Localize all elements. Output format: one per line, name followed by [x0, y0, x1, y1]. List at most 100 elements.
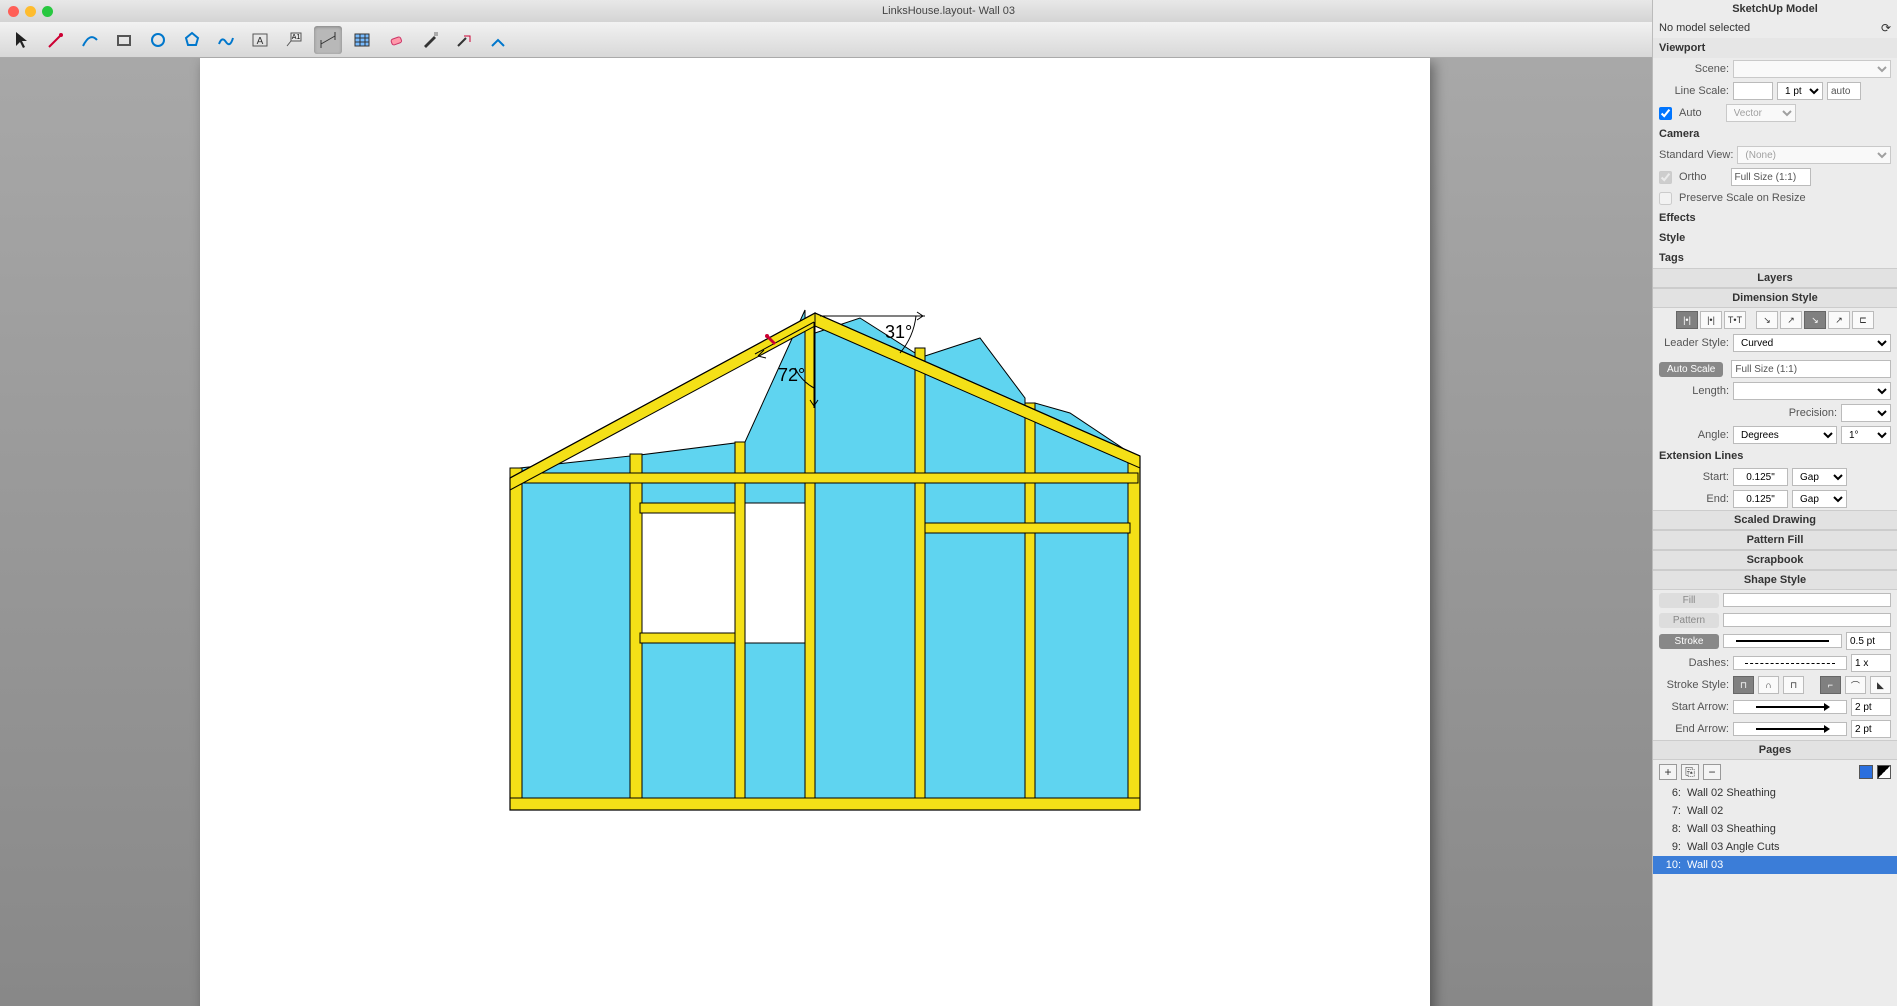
- autoscale-button[interactable]: Auto Scale: [1659, 362, 1723, 377]
- polygon-tool[interactable]: [178, 26, 206, 54]
- no-model-text: No model selected: [1659, 22, 1750, 34]
- cap-flat-icon[interactable]: ⊓: [1733, 676, 1754, 694]
- main-toolbar: A A1 +: [0, 22, 1897, 58]
- refresh-icon[interactable]: ⟳: [1881, 21, 1891, 35]
- dashes-label: Dashes:: [1659, 657, 1729, 669]
- viewport-header: Viewport: [1653, 38, 1897, 58]
- leaderstyle-select[interactable]: Curved: [1733, 334, 1891, 352]
- minimize-window-button[interactable]: [25, 6, 36, 17]
- cap-round-icon[interactable]: ∩: [1758, 676, 1779, 694]
- fill-swatch[interactable]: [1723, 593, 1891, 607]
- dim-icon-4[interactable]: ↘: [1756, 311, 1778, 329]
- ext-end-gap[interactable]: Gap: [1792, 490, 1847, 508]
- freehand-tool[interactable]: [212, 26, 240, 54]
- window-controls: [8, 6, 53, 17]
- dim-icon-8[interactable]: ⊏: [1852, 311, 1874, 329]
- dim-icon-7[interactable]: ↗: [1828, 311, 1850, 329]
- scale-input[interactable]: [1731, 360, 1891, 378]
- page-row[interactable]: 6:Wall 02 Sheathing: [1653, 784, 1897, 802]
- pages-list: 6:Wall 02 Sheathing7:Wall 028:Wall 03 Sh…: [1653, 784, 1897, 874]
- linescale-input[interactable]: [1733, 82, 1773, 100]
- angle-unit-select[interactable]: Degrees: [1733, 426, 1837, 444]
- stdview-label: Standard View:: [1659, 149, 1733, 161]
- dim-icon-1[interactable]: |•|: [1676, 311, 1698, 329]
- angle-prec-select[interactable]: 1°: [1841, 426, 1891, 444]
- layers-header[interactable]: Layers: [1653, 268, 1897, 288]
- close-window-button[interactable]: [8, 6, 19, 17]
- auto-label: Auto: [1679, 107, 1702, 119]
- startarrow-size[interactable]: [1851, 698, 1891, 716]
- dimension-tool[interactable]: [314, 26, 342, 54]
- table-tool[interactable]: [348, 26, 376, 54]
- linescale-unit[interactable]: 1 pt: [1777, 82, 1823, 100]
- rectangle-tool[interactable]: [110, 26, 138, 54]
- cap-square-icon[interactable]: ⊓: [1783, 676, 1804, 694]
- ext-end-input[interactable]: [1733, 490, 1788, 508]
- dash-mult-input[interactable]: [1851, 654, 1891, 672]
- pattern-button[interactable]: Pattern: [1659, 613, 1719, 628]
- angle-label-31: 31°: [885, 322, 912, 342]
- stroke-button[interactable]: Stroke: [1659, 634, 1719, 649]
- linescale-auto-input[interactable]: [1827, 82, 1861, 100]
- endarrow-preview[interactable]: [1733, 722, 1847, 736]
- dim-icon-2[interactable]: |•|: [1700, 311, 1722, 329]
- precision-select[interactable]: [1841, 404, 1891, 422]
- pattern-swatch[interactable]: [1723, 613, 1891, 627]
- page-row[interactable]: 10:Wall 03: [1653, 856, 1897, 874]
- page-row[interactable]: 8:Wall 03 Sheathing: [1653, 820, 1897, 838]
- startarrow-preview[interactable]: [1733, 700, 1847, 714]
- leaderstyle-label: Leader Style:: [1659, 337, 1729, 349]
- dim-icon-6[interactable]: ↘: [1804, 311, 1826, 329]
- remove-page-button[interactable]: −: [1703, 764, 1721, 780]
- add-page-button[interactable]: +: [1659, 764, 1677, 780]
- ext-start-label: Start:: [1659, 471, 1729, 483]
- page-view-grid-icon[interactable]: [1859, 765, 1873, 779]
- page-view-list-icon[interactable]: [1877, 765, 1891, 779]
- no-model-row: No model selected ⟳: [1653, 18, 1897, 38]
- join-tool[interactable]: [484, 26, 512, 54]
- split-tool[interactable]: [450, 26, 478, 54]
- ext-start-input[interactable]: [1733, 468, 1788, 486]
- circle-tool[interactable]: [144, 26, 172, 54]
- dim-icon-5[interactable]: ↗: [1780, 311, 1802, 329]
- dash-preview[interactable]: [1733, 656, 1847, 670]
- scene-select[interactable]: [1733, 60, 1891, 78]
- join-round-icon[interactable]: ⌒: [1845, 676, 1866, 694]
- ext-start-gap[interactable]: Gap: [1792, 468, 1847, 486]
- canvas-workspace[interactable]: 72° 31°: [0, 58, 1652, 1006]
- render-select[interactable]: Vector: [1726, 104, 1796, 122]
- fill-button[interactable]: Fill: [1659, 593, 1719, 608]
- stdview-select[interactable]: (None): [1737, 146, 1891, 164]
- length-select[interactable]: [1733, 382, 1891, 400]
- auto-checkbox[interactable]: [1659, 107, 1672, 120]
- svg-text:A: A: [257, 36, 264, 47]
- precision-label: Precision:: [1789, 407, 1837, 419]
- extlines-header: Extension Lines: [1653, 446, 1897, 466]
- label-tool[interactable]: A1: [280, 26, 308, 54]
- arc-tool[interactable]: [76, 26, 104, 54]
- text-tool[interactable]: A: [246, 26, 274, 54]
- startarrow-label: Start Arrow:: [1659, 701, 1729, 713]
- scaled-drawing-header[interactable]: Scaled Drawing: [1653, 510, 1897, 530]
- dim-icon-3[interactable]: T•T: [1724, 311, 1746, 329]
- endarrow-size[interactable]: [1851, 720, 1891, 738]
- join-bevel-icon[interactable]: ◣: [1870, 676, 1891, 694]
- duplicate-page-button[interactable]: ⎘: [1681, 764, 1699, 780]
- join-miter-icon[interactable]: ⌐: [1820, 676, 1841, 694]
- window-title: LinksHouse.layout- Wall 03: [882, 5, 1015, 17]
- stroke-width-input[interactable]: [1846, 632, 1891, 650]
- style-tool[interactable]: [416, 26, 444, 54]
- page-row[interactable]: 9:Wall 03 Angle Cuts: [1653, 838, 1897, 856]
- pattern-fill-header[interactable]: Pattern Fill: [1653, 530, 1897, 550]
- page-row[interactable]: 7:Wall 02: [1653, 802, 1897, 820]
- dimension-style-header[interactable]: Dimension Style: [1653, 288, 1897, 308]
- select-tool[interactable]: [8, 26, 36, 54]
- scene-label: Scene:: [1659, 63, 1729, 75]
- shape-style-header[interactable]: Shape Style: [1653, 570, 1897, 590]
- eraser-tool[interactable]: [382, 26, 410, 54]
- line-tool[interactable]: [42, 26, 70, 54]
- pages-header[interactable]: Pages: [1653, 740, 1897, 760]
- scrapbook-header[interactable]: Scrapbook: [1653, 550, 1897, 570]
- stroke-preview[interactable]: [1723, 634, 1842, 648]
- zoom-window-button[interactable]: [42, 6, 53, 17]
